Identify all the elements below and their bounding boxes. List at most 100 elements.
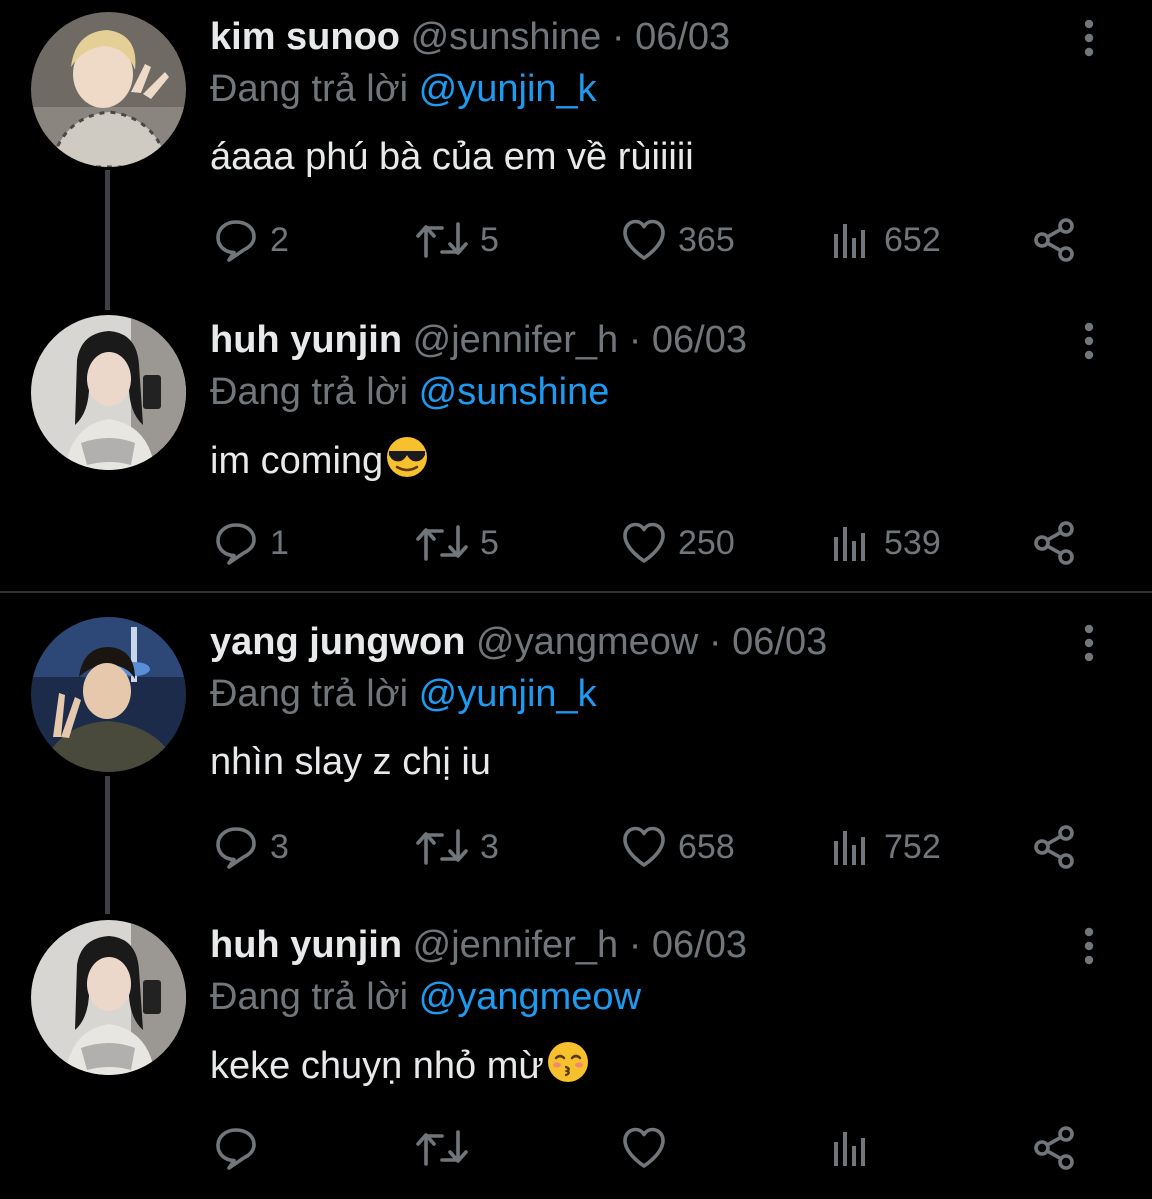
views-button[interactable]: 752 [826, 819, 941, 875]
share-button[interactable] [1030, 1120, 1078, 1176]
tweet-text: áaaa phú bà của em về rùiiiii [210, 132, 694, 182]
avatar[interactable] [31, 920, 186, 1075]
views-icon [826, 823, 874, 871]
display-name[interactable]: huh yunjin [210, 319, 402, 361]
tweet-text: im coming [210, 435, 429, 492]
reply-button[interactable]: 3 [212, 819, 289, 875]
like-count: 365 [678, 220, 735, 259]
share-icon [1030, 216, 1078, 264]
display-name[interactable]: yang jungwon [210, 621, 465, 663]
tweet-text-content: nhìn slay z chị iu [210, 741, 491, 783]
tweet-text-content: im coming [210, 440, 384, 482]
like-icon [620, 1124, 668, 1172]
tweet-text-content: keke chuyṇ nhỏ mừ [210, 1045, 544, 1087]
kissing-emoji-icon [546, 1040, 590, 1097]
tweet-item[interactable]: yang jungwon @yangmeow · 06/03 Đang trả … [0, 605, 1152, 905]
replying-to: Đang trả lời @sunshine [210, 369, 609, 415]
replying-to-mention[interactable]: @yangmeow [419, 976, 641, 1018]
user-handle[interactable]: @jennifer_h [413, 924, 618, 966]
reply-icon [212, 519, 260, 567]
like-button[interactable]: 658 [620, 819, 735, 875]
tweet-item[interactable]: kim sunoo @sunshine · 06/03 Đang trả lời… [0, 0, 1152, 300]
like-button[interactable] [620, 1120, 668, 1176]
share-icon [1030, 823, 1078, 871]
retweet-icon [414, 823, 470, 871]
tweet-header: yang jungwon @yangmeow · 06/03 [210, 619, 827, 665]
tweet-date[interactable]: 06/03 [652, 319, 747, 361]
views-button[interactable]: 539 [826, 515, 941, 571]
share-button[interactable] [1030, 819, 1078, 875]
like-count: 250 [678, 523, 735, 562]
share-icon [1030, 519, 1078, 567]
avatar[interactable] [31, 12, 186, 167]
views-icon [826, 216, 874, 264]
tweet-text: keke chuyṇ nhỏ mừ [210, 1040, 590, 1097]
retweet-count: 5 [480, 523, 499, 562]
reply-button[interactable] [212, 1120, 260, 1176]
meta-separator: · [628, 924, 642, 966]
replying-to-mention[interactable]: @yunjin_k [419, 673, 597, 715]
tweet-header: huh yunjin @jennifer_h · 06/03 [210, 922, 747, 968]
user-handle[interactable]: @jennifer_h [413, 319, 618, 361]
share-button[interactable] [1030, 515, 1078, 571]
retweet-button[interactable]: 5 [414, 515, 499, 571]
tweet-date[interactable]: 06/03 [652, 924, 747, 966]
reply-button[interactable]: 2 [212, 212, 289, 268]
replying-to-mention[interactable]: @yunjin_k [419, 68, 597, 110]
replying-to-label: Đang trả lời [210, 673, 409, 715]
user-handle[interactable]: @yangmeow [476, 621, 698, 663]
tweet-header: huh yunjin @jennifer_h · 06/03 [210, 317, 747, 363]
meta-separator: · [628, 319, 642, 361]
retweet-button[interactable] [414, 1120, 470, 1176]
reply-button[interactable]: 1 [212, 515, 289, 571]
replying-to-label: Đang trả lời [210, 976, 409, 1018]
share-icon [1030, 1124, 1078, 1172]
tweet-item[interactable]: huh yunjin @jennifer_h · 06/03 Đang trả … [0, 908, 1152, 1199]
user-handle[interactable]: @sunshine [411, 16, 602, 58]
reply-count: 3 [270, 827, 289, 866]
display-name[interactable]: huh yunjin [210, 924, 402, 966]
action-bar [0, 1120, 1152, 1176]
display-name[interactable]: kim sunoo [210, 16, 400, 58]
tweet-header: kim sunoo @sunshine · 06/03 [210, 14, 730, 60]
tweet-date[interactable]: 06/03 [635, 16, 730, 58]
like-button[interactable]: 250 [620, 515, 735, 571]
views-count: 539 [884, 523, 941, 562]
reply-icon [212, 823, 260, 871]
reply-count: 2 [270, 220, 289, 259]
share-button[interactable] [1030, 212, 1078, 268]
views-button[interactable]: 652 [826, 212, 941, 268]
retweet-icon [414, 1124, 470, 1172]
replying-to-label: Đang trả lời [210, 68, 409, 110]
action-bar: 1 5 250 539 [0, 515, 1152, 571]
action-bar: 3 3 658 752 [0, 819, 1152, 875]
more-options-icon[interactable] [1076, 623, 1102, 663]
like-button[interactable]: 365 [620, 212, 735, 268]
more-options-icon[interactable] [1076, 18, 1102, 58]
more-options-icon[interactable] [1076, 926, 1102, 966]
views-count: 652 [884, 220, 941, 259]
replying-to-label: Đang trả lời [210, 371, 409, 413]
retweet-button[interactable]: 3 [414, 819, 499, 875]
avatar[interactable] [31, 617, 186, 772]
replying-to-mention[interactable]: @sunshine [419, 371, 610, 413]
replying-to: Đang trả lời @yunjin_k [210, 66, 597, 112]
tweet-text-content: áaaa phú bà của em về rùiiiii [210, 136, 694, 178]
tweet-item[interactable]: huh yunjin @jennifer_h · 06/03 Đang trả … [0, 303, 1152, 591]
views-button[interactable] [826, 1120, 874, 1176]
replying-to: Đang trả lời @yunjin_k [210, 671, 597, 717]
action-bar: 2 5 365 652 [0, 212, 1152, 268]
reply-count: 1 [270, 523, 289, 562]
reply-icon [212, 1124, 260, 1172]
reply-icon [212, 216, 260, 264]
retweet-count: 5 [480, 220, 499, 259]
views-icon [826, 519, 874, 567]
more-options-icon[interactable] [1076, 321, 1102, 361]
views-icon [826, 1124, 874, 1172]
sunglasses-emoji-icon [385, 435, 429, 492]
retweet-button[interactable]: 5 [414, 212, 499, 268]
tweet-date[interactable]: 06/03 [732, 621, 827, 663]
retweet-icon [414, 216, 470, 264]
avatar[interactable] [31, 315, 186, 470]
retweet-count: 3 [480, 827, 499, 866]
